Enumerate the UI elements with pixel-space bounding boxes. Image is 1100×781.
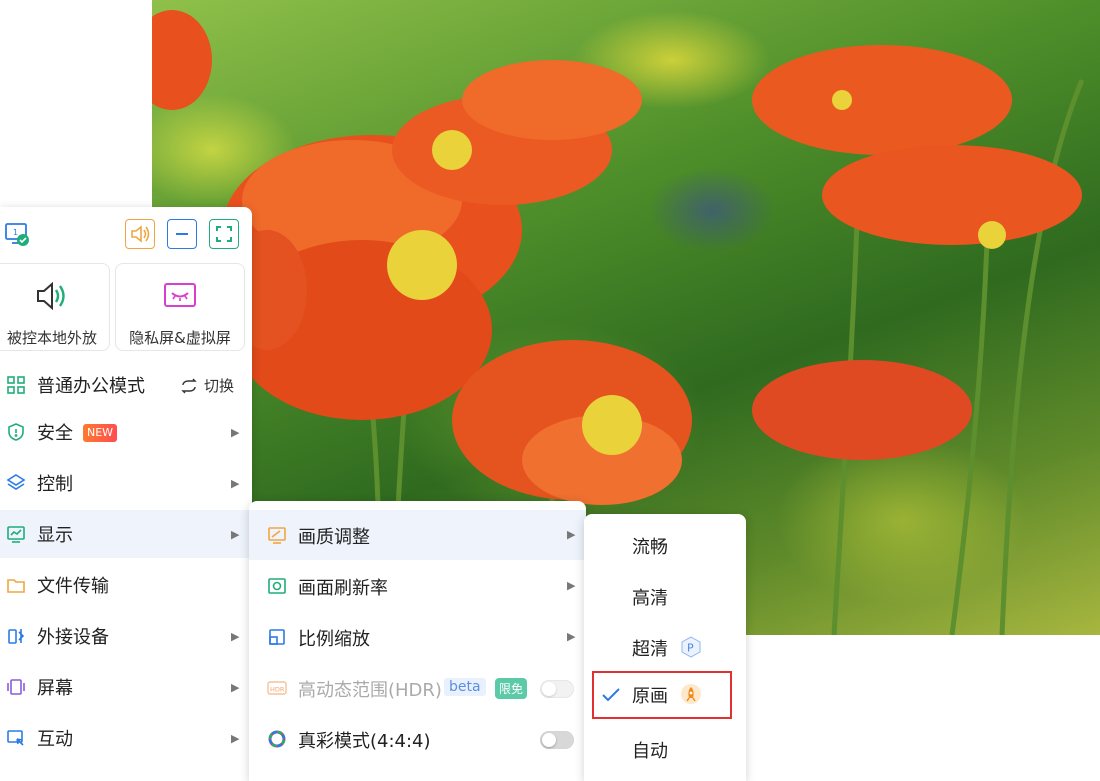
chevron-right-icon: ▶: [231, 476, 240, 490]
color-wheel-icon: [267, 729, 287, 749]
hdr-toggle[interactable]: [540, 680, 574, 698]
quality-option-smooth[interactable]: 流畅: [584, 522, 746, 570]
quality-option-label: 原画: [632, 686, 668, 707]
new-badge: NEW: [83, 424, 118, 442]
quality-submenu: 流畅 高清 超清 P 原画 自动: [584, 514, 746, 781]
device-icon: [6, 626, 26, 646]
chevron-right-icon: ▶: [231, 629, 240, 643]
fullscreen-icon[interactable]: [209, 219, 239, 249]
chevron-right-icon: ▶: [567, 528, 576, 541]
scaling-label: 比例缩放: [298, 629, 370, 650]
privacy-screen-card[interactable]: 隐私屏&虚拟屏: [115, 263, 245, 351]
monitor-check-icon[interactable]: 1: [2, 219, 32, 249]
refresh-rate-label: 画面刷新率: [298, 578, 388, 599]
submenu-item-true-color[interactable]: 真彩模式(4:4:4): [249, 714, 586, 764]
menu-item-external-devices[interactable]: 外接设备 ▶: [0, 612, 252, 660]
svg-text:1: 1: [13, 228, 18, 237]
chevron-right-icon: ▶: [567, 630, 576, 643]
interact-icon: [6, 728, 26, 748]
folder-icon: [6, 575, 26, 595]
grid-icon: [6, 375, 26, 395]
quality-icon: [267, 525, 287, 545]
quality-option-original[interactable]: 原画: [592, 671, 732, 719]
menu-item-office-mode: 普通办公模式 切换: [0, 361, 252, 409]
shield-icon: [6, 422, 26, 442]
minimize-icon[interactable]: [167, 219, 197, 249]
quality-option-ultra-hd[interactable]: 超清 P: [584, 624, 746, 672]
switch-icon: [181, 378, 197, 393]
office-mode-label: 普通办公模式: [37, 376, 145, 397]
quality-option-hd[interactable]: 高清: [584, 573, 746, 621]
privacy-screen-icon: [116, 280, 244, 312]
menu-item-interact[interactable]: 互动 ▶: [0, 714, 252, 762]
submenu-item-hdr: HDR 高动态范围(HDR) beta 限免: [249, 663, 586, 713]
submenu-item-quality[interactable]: 画质调整 ▶: [249, 510, 586, 560]
switch-mode-button[interactable]: 切换: [180, 375, 234, 396]
chevron-right-icon: ▶: [231, 731, 240, 745]
menu-toolbar: 1: [0, 207, 252, 259]
chevron-right-icon: ▶: [231, 425, 240, 439]
display-chart-icon: [6, 524, 26, 544]
local-speaker-label: 被控本地外放: [6, 329, 97, 347]
remote-control-menu: 1 被控本地外放 隐私屏&虚拟屏 普通办公模式 切换 安全 NEW ▶ 控制 ▶…: [0, 207, 252, 781]
chevron-right-icon: ▶: [567, 579, 576, 592]
quality-option-label: 自动: [632, 741, 668, 762]
speaker-icon[interactable]: [125, 219, 155, 249]
chevron-right-icon: ▶: [231, 527, 240, 541]
local-speaker-card[interactable]: 被控本地外放: [0, 263, 110, 351]
control-label: 控制: [37, 474, 73, 495]
svg-text:HDR: HDR: [270, 686, 285, 694]
premium-p-icon: P: [680, 636, 702, 658]
free-tag: 限免: [495, 678, 528, 699]
quality-option-label: 高清: [632, 588, 668, 609]
checkmark-icon: [602, 687, 620, 706]
chevron-right-icon: ▶: [231, 680, 240, 694]
hdr-label: 高动态范围(HDR): [298, 680, 442, 701]
beta-tag: beta: [444, 678, 486, 696]
true-color-label: 真彩模式(4:4:4): [298, 731, 431, 752]
display-label: 显示: [37, 525, 73, 546]
screen-icon: [6, 677, 26, 697]
menu-item-display[interactable]: 显示 ▶: [0, 510, 252, 558]
menu-item-security[interactable]: 安全 NEW ▶: [0, 408, 252, 456]
svg-text:P: P: [687, 642, 694, 655]
refresh-icon: [267, 576, 287, 596]
submenu-item-scaling[interactable]: 比例缩放 ▶: [249, 612, 586, 662]
quality-label: 画质调整: [298, 527, 370, 548]
quality-option-auto[interactable]: 自动: [584, 726, 746, 774]
privacy-screen-label: 隐私屏&虚拟屏: [129, 329, 231, 347]
quality-option-label: 流畅: [632, 537, 668, 558]
external-devices-label: 外接设备: [37, 627, 109, 648]
display-submenu: 画质调整 ▶ 画面刷新率 ▶ 比例缩放 ▶ HDR 高动态范围(HDR) bet…: [249, 501, 586, 781]
quality-option-label: 超清: [632, 639, 668, 660]
menu-item-screen[interactable]: 屏幕 ▶: [0, 663, 252, 711]
rocket-icon: [680, 683, 702, 705]
scale-icon: [267, 627, 287, 647]
submenu-item-refresh-rate[interactable]: 画面刷新率 ▶: [249, 561, 586, 611]
menu-item-control[interactable]: 控制 ▶: [0, 459, 252, 507]
file-transfer-label: 文件传输: [37, 576, 109, 597]
menu-item-file-transfer[interactable]: 文件传输: [0, 561, 252, 609]
hdr-icon: HDR: [267, 678, 287, 698]
security-label: 安全: [37, 423, 73, 444]
layers-icon: [6, 473, 26, 493]
screen-label: 屏幕: [37, 678, 73, 699]
true-color-toggle[interactable]: [540, 731, 574, 749]
interact-label: 互动: [37, 729, 73, 750]
speaker-wave-icon: [0, 280, 109, 312]
